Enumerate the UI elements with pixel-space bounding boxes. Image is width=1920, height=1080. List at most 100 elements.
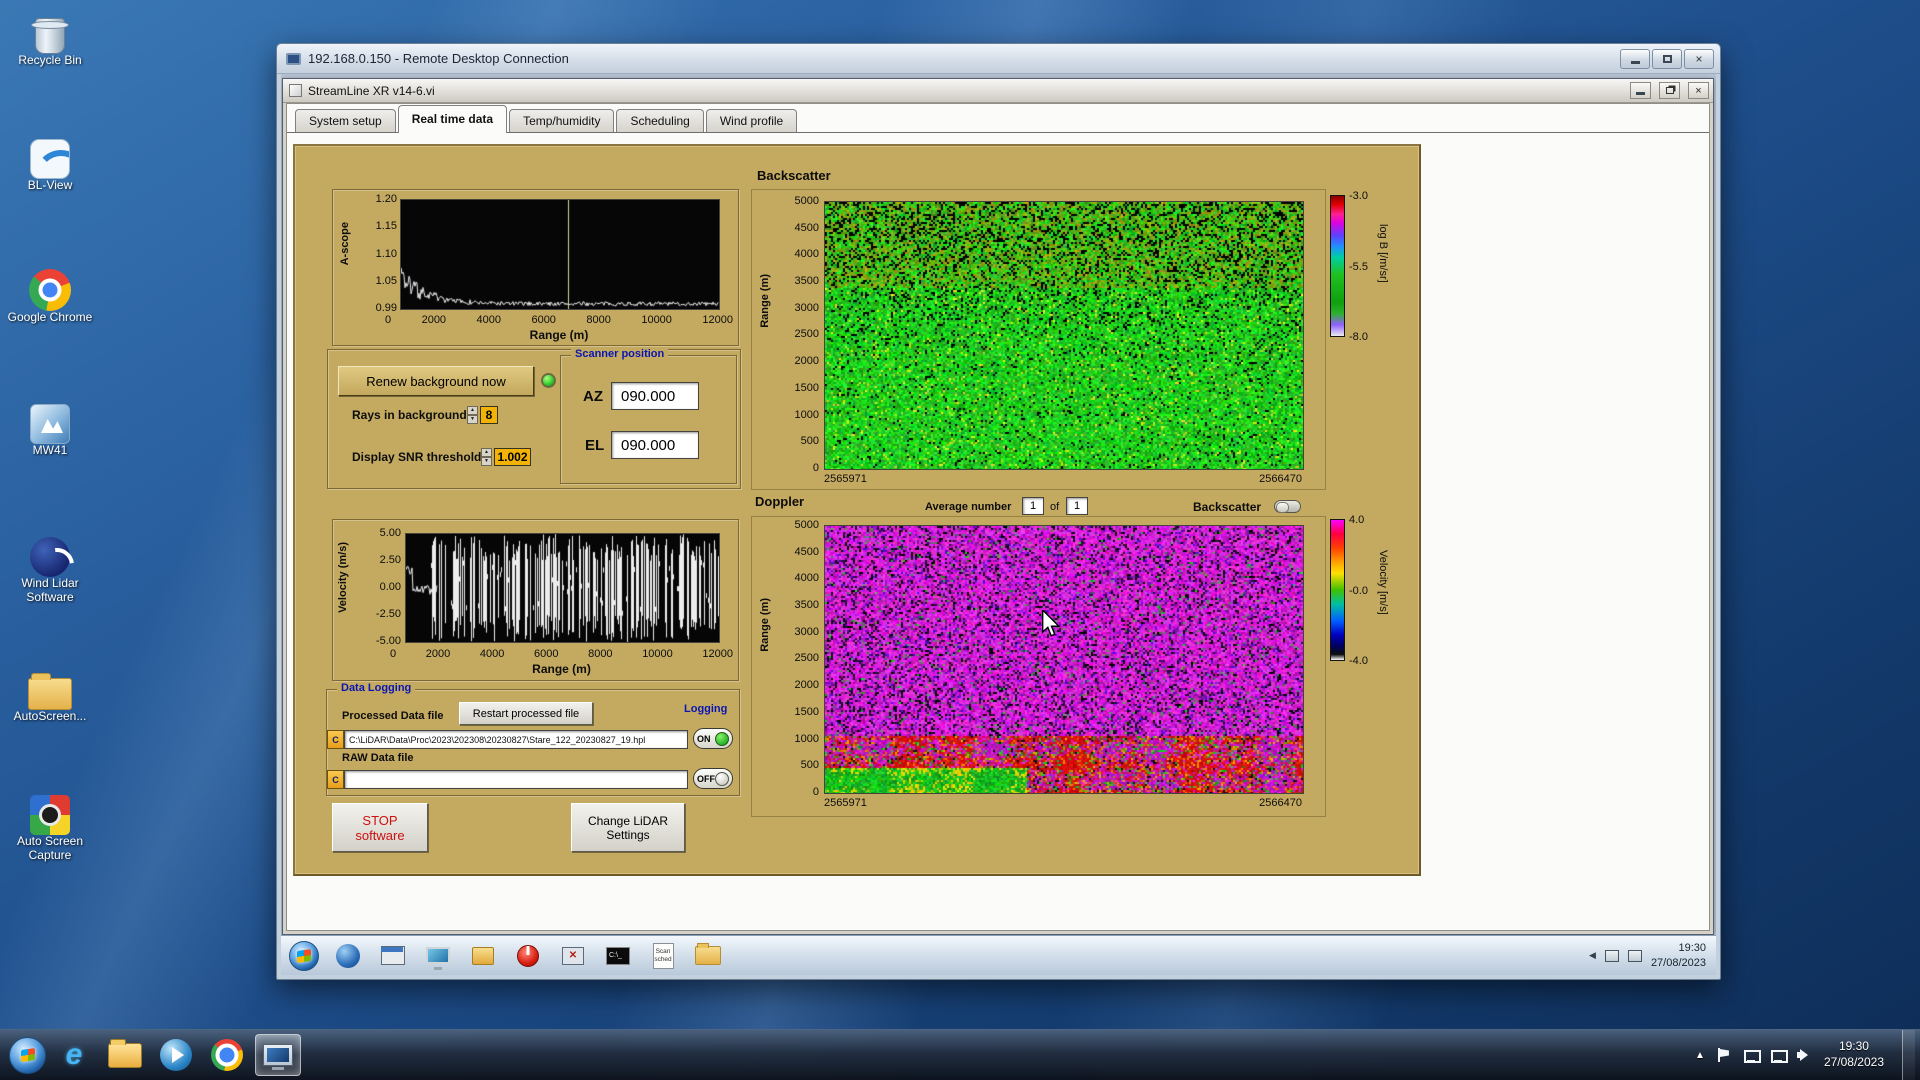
tick-label: -3.0 [1349, 190, 1368, 202]
remote-session: StreamLine XR v14-6.vi × System setup Re… [281, 74, 1716, 975]
rdp-minimize-button[interactable] [1620, 48, 1650, 69]
ascope-x-ticks: 0 2000 4000 6000 8000 10000 12000 [385, 314, 733, 326]
session-taskbar-item-folder[interactable] [692, 940, 724, 972]
remote-desktop-icon [263, 1044, 293, 1066]
doppler-colorbar [1330, 519, 1345, 661]
raw-logging-toggle[interactable]: OFF [693, 768, 733, 789]
session-volume-icon[interactable] [1604, 949, 1619, 962]
stop-software-button[interactable]: STOP software [332, 803, 428, 852]
app-minimize-button[interactable] [1630, 82, 1651, 99]
processed-path-text: C:\LiDAR\Data\Proc\2023\202308\20230827\… [349, 734, 646, 745]
desktop-icon-auto-screen-capture[interactable]: Auto Screen Capture [4, 793, 96, 863]
tick-label: -2.50 [375, 608, 401, 620]
processed-logging-toggle[interactable]: ON [693, 728, 733, 749]
auto-screen-capture-icon [30, 795, 70, 835]
tick-label: 1.20 [375, 193, 397, 205]
tab-wind-profile[interactable]: Wind profile [705, 109, 798, 132]
x-end-label: 2566470 [1259, 797, 1302, 809]
mw41-icon [30, 404, 70, 444]
session-tray-chevron-icon[interactable]: ◀ [1589, 950, 1596, 961]
tick-label: 4000 [479, 648, 505, 660]
az-value-field[interactable]: 090.000 [611, 382, 699, 410]
clock-date: 27/08/2023 [1823, 1055, 1884, 1069]
average-count-field[interactable]: 1 [1066, 497, 1088, 515]
mouse-cursor [1041, 608, 1061, 643]
desktop-icon-recycle-bin[interactable]: Recycle Bin [4, 12, 96, 68]
session-taskbar-item-display[interactable] [422, 940, 454, 972]
off-label: OFF [697, 773, 715, 784]
show-desktop-button[interactable] [1902, 1029, 1915, 1080]
el-value-field[interactable]: 090.000 [611, 431, 699, 459]
tick-label: 500 [800, 759, 819, 772]
raw-path-field[interactable] [344, 770, 688, 789]
taskbar-item-explorer[interactable] [102, 1034, 148, 1076]
raw-drive-button[interactable]: C [327, 770, 344, 789]
on-indicator [715, 731, 729, 746]
session-taskbar-item-terminal[interactable]: C:\_ [602, 940, 634, 972]
tick-label: 8000 [588, 648, 613, 660]
renew-background-button[interactable]: Renew background now [338, 366, 534, 396]
session-taskbar-item-files[interactable] [467, 940, 499, 972]
rdp-titlebar[interactable]: 192.168.0.150 - Remote Desktop Connectio… [277, 44, 1720, 74]
taskbar-item-chrome[interactable] [204, 1034, 250, 1076]
average-of-label: of [1050, 501, 1060, 513]
taskbar-item-internet-explorer[interactable]: e [51, 1034, 97, 1076]
tick-label: 2000 [794, 355, 819, 368]
snr-spinner[interactable]: ▲ ▼ [481, 448, 492, 466]
display-icon[interactable] [1770, 1048, 1788, 1063]
velocity-y-axis-label: Velocity (m/s) [337, 542, 349, 613]
restart-processed-file-button[interactable]: Restart processed file [459, 702, 593, 725]
session-taskbar-item-network[interactable] [332, 940, 364, 972]
app-close-button[interactable]: × [1688, 82, 1709, 99]
taskbar-clock[interactable]: 19:30 27/08/2023 [1824, 1039, 1884, 1070]
session-network-icon[interactable] [1627, 949, 1642, 962]
volume-icon[interactable] [1796, 1048, 1813, 1062]
rays-in-background-label: Rays in background [352, 408, 467, 422]
backscatter-display-toggle[interactable] [1274, 500, 1301, 513]
app-titlebar[interactable]: StreamLine XR v14-6.vi × [283, 79, 1713, 103]
tab-real-time-data[interactable]: Real time data [397, 105, 508, 133]
tick-label: 1500 [794, 705, 819, 718]
scanner-position-title: Scanner position [571, 348, 669, 360]
system-tray: ▲ 19:30 27/08/2023 [1695, 1029, 1920, 1080]
desktop-icon-wind-lidar[interactable]: Wind Lidar Software [4, 535, 96, 605]
taskbar-item-remote-desktop[interactable] [255, 1034, 301, 1076]
tab-temp-humidity[interactable]: Temp/humidity [509, 109, 615, 132]
velocity-y-ticks: 5.00 2.50 0.00 -2.50 -5.00 [357, 527, 401, 647]
clock-time: 19:30 [1838, 1039, 1869, 1054]
processed-path-field[interactable]: C:\LiDAR\Data\Proc\2023\202308\20230827\… [344, 730, 688, 749]
session-taskbar-item-xp[interactable]: ✕ [557, 940, 589, 972]
rays-spinner[interactable]: ▲ ▼ [467, 406, 478, 424]
app-restore-button[interactable] [1659, 82, 1680, 99]
host-taskbar: e ▲ 19:30 27/08/2023 [0, 1029, 1920, 1080]
session-taskbar-item-system[interactable] [377, 940, 409, 972]
tab-system-setup[interactable]: System setup [295, 109, 396, 132]
tab-scheduling[interactable]: Scheduling [616, 109, 704, 132]
action-center-flag-icon[interactable] [1716, 1048, 1732, 1062]
average-number-field[interactable]: 1 [1022, 497, 1044, 515]
desktop-icon-autoscreen[interactable]: AutoScreen... [4, 668, 96, 724]
tray-chevron-icon[interactable]: ▲ [1695, 1050, 1705, 1061]
session-start-button[interactable] [289, 940, 319, 971]
tick-label: 6000 [533, 648, 559, 660]
rays-value-field[interactable]: 8 [480, 406, 498, 424]
rdp-maximize-button[interactable] [1652, 48, 1682, 69]
processed-drive-button[interactable]: C [327, 730, 344, 749]
start-button[interactable] [9, 1036, 46, 1074]
desktop-icon-google-chrome[interactable]: Google Chrome [4, 267, 96, 325]
snr-value-field[interactable]: 1.002 [494, 448, 531, 466]
desktop-icon-bl-view[interactable]: BL-View [4, 137, 96, 193]
taskbar-item-media-player[interactable] [153, 1034, 199, 1076]
desktop-icon-mw41[interactable]: MW41 [4, 402, 96, 458]
tick-label: 3500 [794, 275, 819, 288]
session-clock[interactable]: 19:30 27/08/2023 [1651, 941, 1706, 970]
session-taskbar-item-scan-sched[interactable]: Scan sched [647, 940, 679, 972]
tick-label: 6000 [531, 314, 556, 326]
change-lidar-settings-button[interactable]: Change LiDAR Settings [571, 803, 685, 852]
rdp-close-button[interactable]: × [1684, 48, 1714, 69]
tick-label: 1500 [794, 381, 819, 394]
session-taskbar-item-power[interactable] [512, 940, 544, 972]
network-icon[interactable] [1743, 1048, 1761, 1063]
backscatter-x-range-labels: 2565971 2566470 [824, 473, 1302, 485]
rdp-window-icon [286, 52, 301, 65]
